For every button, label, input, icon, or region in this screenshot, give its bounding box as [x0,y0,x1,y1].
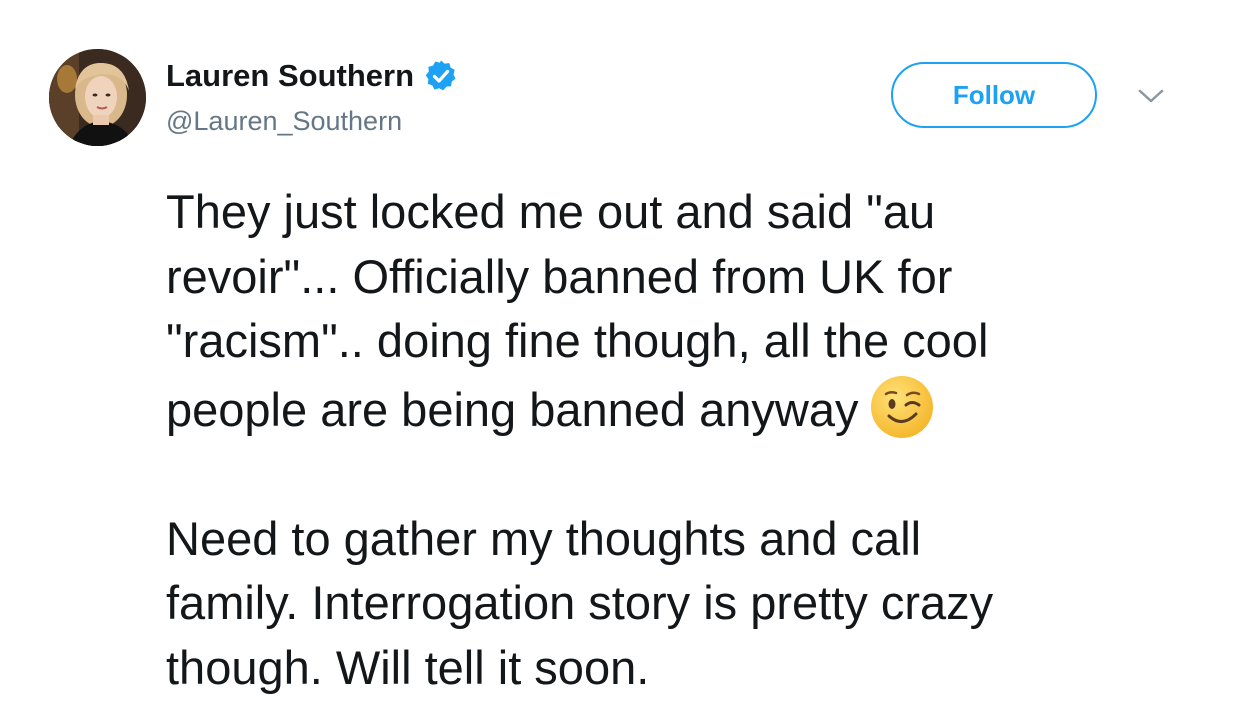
tweet-card: Lauren Southern @Lauren_Southern Follow … [0,0,1236,704]
winking-face-emoji [869,374,935,440]
tweet-paragraph: Need to gather my thoughts and call fami… [166,511,994,694]
tweet-paragraph-1-text: They just locked me out and said "au rev… [166,185,989,436]
display-name[interactable]: Lauren Southern [166,58,414,94]
follow-button[interactable]: Follow [891,62,1097,128]
tweet-text: They just locked me out and said "au rev… [166,180,1176,700]
verified-badge-icon [424,59,458,93]
user-name-row: Lauren Southern [166,56,458,96]
tweet-paragraph: They just locked me out and said "au rev… [166,180,1176,442]
avatar-photo [49,49,146,146]
user-handle[interactable]: @Lauren_Southern [166,106,402,137]
chevron-down-icon[interactable] [1138,86,1164,106]
avatar[interactable] [49,49,146,146]
